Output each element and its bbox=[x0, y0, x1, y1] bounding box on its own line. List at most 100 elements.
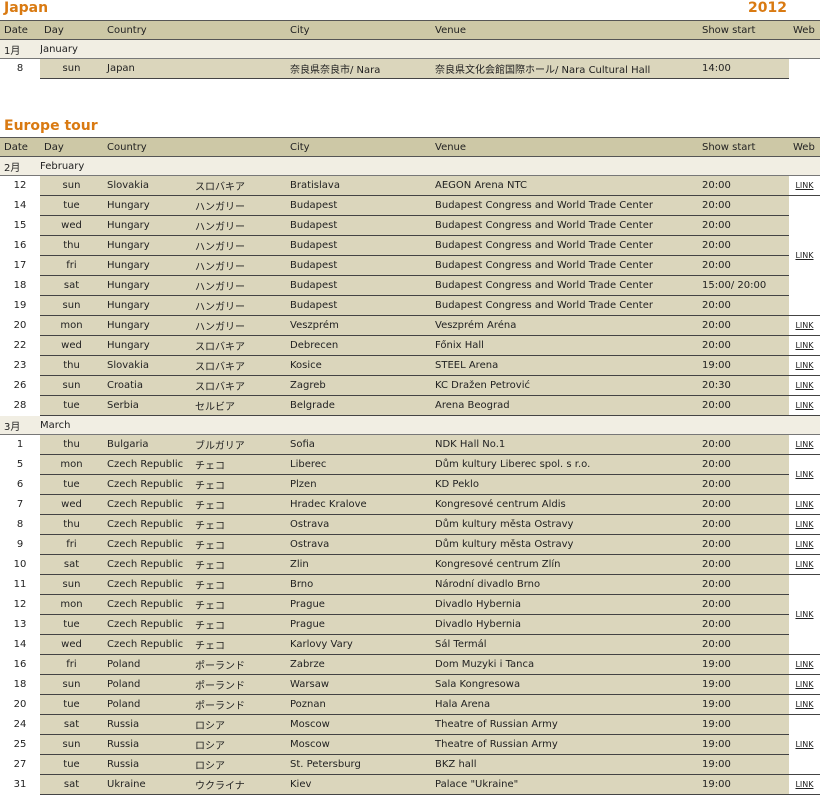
city-cell: Zlin bbox=[286, 554, 431, 575]
venue-cell: Kongresové centrum Zlín bbox=[431, 554, 698, 575]
web-link[interactable]: LINK bbox=[795, 740, 813, 749]
web-link[interactable]: LINK bbox=[795, 361, 813, 370]
web-cell: LINK bbox=[789, 554, 820, 575]
web-link[interactable]: LINK bbox=[795, 440, 813, 449]
venue-cell: Národní divadlo Brno bbox=[431, 574, 698, 595]
day-cell: fri bbox=[40, 255, 103, 276]
day-cell: tue bbox=[40, 614, 103, 635]
city-cell: Moscow bbox=[286, 734, 431, 755]
country-jp-cell: チェコ bbox=[195, 594, 286, 615]
city-cell: Budapest bbox=[286, 275, 431, 296]
day-cell: sun bbox=[40, 375, 103, 396]
show-start-cell: 20:00 bbox=[698, 175, 789, 196]
web-link[interactable]: LINK bbox=[795, 520, 813, 529]
date-cell: 12 bbox=[0, 175, 40, 196]
venue-cell: Theatre of Russian Army bbox=[431, 714, 698, 735]
table-row: 10 sat Czech Republic チェコ Zlin Kongresové cen… bbox=[0, 554, 820, 575]
date-cell: 27 bbox=[0, 754, 40, 775]
venue-cell: Budapest Congress and World Trade Center bbox=[431, 215, 698, 236]
country-jp-cell: チェコ bbox=[195, 614, 286, 635]
header-city: City bbox=[286, 137, 431, 157]
city-cell: Prague bbox=[286, 594, 431, 615]
web-link[interactable]: LINK bbox=[795, 610, 813, 619]
day-cell: wed bbox=[40, 335, 103, 356]
date-cell: 16 bbox=[0, 654, 40, 675]
show-start-cell: 19:00 bbox=[698, 694, 789, 715]
web-link[interactable]: LINK bbox=[795, 401, 813, 410]
country-cell: Czech Republic bbox=[103, 594, 195, 615]
day-cell: sun bbox=[40, 295, 103, 316]
web-link[interactable]: LINK bbox=[795, 500, 813, 509]
venue-cell: BKZ hall bbox=[431, 754, 698, 775]
day-cell: fri bbox=[40, 654, 103, 675]
venue-cell: Dom Muzyki i Tanca bbox=[431, 654, 698, 675]
country-cell: Czech Republic bbox=[103, 514, 195, 535]
web-link[interactable]: LINK bbox=[795, 321, 813, 330]
month-row-february: 2月 February bbox=[0, 156, 820, 176]
table-row: 7 wed Czech Republic チェコ Hradec Kralove Kongr… bbox=[0, 494, 820, 515]
show-start-cell: 20:00 bbox=[698, 494, 789, 515]
day-cell: sat bbox=[40, 554, 103, 575]
show-start-cell: 20:00 bbox=[698, 594, 789, 615]
day-cell: sun bbox=[40, 58, 103, 79]
country-jp-cell: ポーランド bbox=[195, 694, 286, 715]
day-cell: sun bbox=[40, 734, 103, 755]
show-start-cell: 20:00 bbox=[698, 195, 789, 216]
country-jp-cell: スロバキア bbox=[195, 355, 286, 376]
web-link[interactable]: LINK bbox=[795, 341, 813, 350]
date-cell: 15 bbox=[0, 215, 40, 236]
table-row: 26 sun Croatia スロバキア Zagreb KC Dražen Petrovi… bbox=[0, 375, 820, 396]
show-start-cell: 20:00 bbox=[698, 554, 789, 575]
show-start-cell: 19:00 bbox=[698, 774, 789, 795]
country-cell: Hungary bbox=[103, 235, 195, 256]
table-row: 18 sat Hungary ハンガリー Budapest Budapest Congre… bbox=[0, 275, 820, 296]
city-cell: Budapest bbox=[286, 235, 431, 256]
europe-schedule-table: Date Day Country City Venue Show start W… bbox=[0, 137, 820, 795]
table-row: 27 tue Russia ロシア St. Petersburg BKZ hall 19:0… bbox=[0, 754, 820, 775]
country-cell: Hungary bbox=[103, 255, 195, 276]
venue-cell: KD Peklo bbox=[431, 474, 698, 495]
show-start-cell: 19:00 bbox=[698, 674, 789, 695]
show-start-cell: 20:00 bbox=[698, 295, 789, 316]
day-cell: thu bbox=[40, 355, 103, 376]
web-link[interactable]: LINK bbox=[795, 680, 813, 689]
date-cell: 26 bbox=[0, 375, 40, 396]
web-cell: LINK bbox=[789, 494, 820, 515]
country-jp-cell: ハンガリー bbox=[195, 295, 286, 316]
venue-cell: Palace "Ukraine" bbox=[431, 774, 698, 795]
venue-cell: Budapest Congress and World Trade Center bbox=[431, 275, 698, 296]
web-link[interactable]: LINK bbox=[795, 660, 813, 669]
country-jp-cell: チェコ bbox=[195, 514, 286, 535]
city-cell: Liberec bbox=[286, 454, 431, 475]
table-row: 8 thu Czech Republic チェコ Ostrava Dům kultury … bbox=[0, 514, 820, 535]
show-start-cell: 19:00 bbox=[698, 714, 789, 735]
show-start-cell: 20:00 bbox=[698, 514, 789, 535]
web-link[interactable]: LINK bbox=[795, 540, 813, 549]
web-link[interactable]: LINK bbox=[795, 251, 813, 260]
venue-cell: Theatre of Russian Army bbox=[431, 734, 698, 755]
web-link[interactable]: LINK bbox=[795, 700, 813, 709]
web-link[interactable]: LINK bbox=[795, 181, 813, 190]
table-row: 20 mon Hungary ハンガリー Veszprém Veszprém Aréna 2… bbox=[0, 315, 820, 336]
date-cell: 8 bbox=[0, 514, 40, 535]
date-cell: 5 bbox=[0, 454, 40, 475]
table-row: 12 mon Czech Republic チェコ Prague Divadlo Hybe… bbox=[0, 594, 820, 615]
country-jp-cell: ロシア bbox=[195, 754, 286, 775]
city-cell: Debrecen bbox=[286, 335, 431, 356]
japan-schedule-table: Date Day Country City Venue Show start W… bbox=[0, 20, 820, 79]
venue-cell: Budapest Congress and World Trade Center bbox=[431, 295, 698, 316]
web-link[interactable]: LINK bbox=[795, 470, 813, 479]
web-link[interactable]: LINK bbox=[795, 780, 813, 789]
venue-cell: Divadlo Hybernia bbox=[431, 594, 698, 615]
city-cell: Kiev bbox=[286, 774, 431, 795]
web-link[interactable]: LINK bbox=[795, 381, 813, 390]
table-row: 22 wed Hungary スロバキア Debrecen Főnix Hall 20:00… bbox=[0, 335, 820, 356]
web-link[interactable]: LINK bbox=[795, 560, 813, 569]
table-row: 15 wed Hungary ハンガリー Budapest Budapest Congre… bbox=[0, 215, 820, 236]
date-cell: 16 bbox=[0, 235, 40, 256]
venue-cell: Hala Arena bbox=[431, 694, 698, 715]
day-cell: mon bbox=[40, 594, 103, 615]
header-date: Date bbox=[0, 137, 40, 157]
header-show-start: Show start bbox=[698, 137, 789, 157]
web-cell: LINK bbox=[789, 335, 820, 356]
